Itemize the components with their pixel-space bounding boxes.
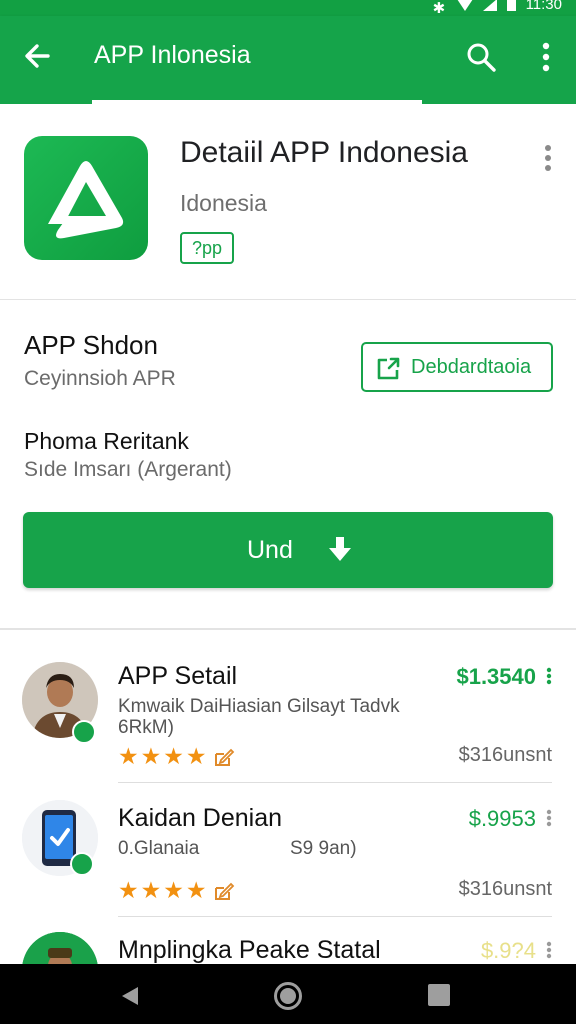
details-second-title: Phoma Reritank	[24, 428, 189, 454]
more-vert-icon[interactable]	[544, 666, 554, 686]
wifi-icon	[456, 0, 473, 11]
edit-icon[interactable]	[213, 880, 235, 902]
overflow-menu-button[interactable]	[532, 40, 560, 74]
verified-badge-icon	[70, 852, 94, 876]
list-item-meta: $316unsnt	[458, 744, 552, 766]
system-nav-bar	[0, 964, 576, 1024]
app-header: Detaiil APP Indonesia Idonesia ?pp	[0, 104, 576, 300]
nav-back-icon[interactable]	[118, 984, 142, 1008]
more-vert-icon	[542, 42, 550, 72]
app-logo-icon	[48, 161, 124, 239]
battery-icon	[506, 0, 516, 11]
star-icon: ★	[140, 743, 162, 769]
details-second-subtitle: Sıde Imsarı (Argerant)	[24, 458, 232, 481]
person-avatar-image	[22, 932, 98, 964]
dashboard-button-label: Debdardtaoia	[411, 356, 532, 378]
rating-stars: ★ ★ ★ ★	[118, 878, 235, 902]
status-bar: ✱ 11:30	[0, 0, 576, 17]
list-item-price: $1.3540	[456, 664, 536, 689]
developer-name[interactable]: Idonesia	[180, 190, 267, 217]
list-item-description: 0.Glanaia	[118, 838, 200, 859]
list-item-description: Kmwaik DaiHiasian Gilsayt Tadvk 6RkM)	[118, 696, 400, 738]
back-button[interactable]	[20, 38, 56, 74]
download-icon	[329, 537, 351, 561]
star-icon: ★	[163, 743, 184, 769]
list-item-price: $.9953	[468, 806, 536, 831]
nav-home-icon[interactable]	[274, 982, 302, 1010]
review-list: APP Setail Kmwaik DaiHiasian Gilsayt Tad…	[0, 632, 576, 964]
status-time: 11:30	[525, 0, 562, 13]
list-item-title: APP Setail	[118, 662, 238, 690]
install-button-label: Und	[247, 536, 293, 564]
install-button[interactable]: Und	[23, 512, 553, 588]
list-item-title: Kaidan Denian	[118, 804, 283, 832]
app-logo	[24, 136, 148, 260]
details-title: APP Shdon	[24, 330, 158, 360]
bluetooth-icon: ✱	[432, 0, 446, 17]
more-vert-icon[interactable]	[544, 940, 554, 960]
app-name: Detaiil APP Indonesia	[180, 136, 468, 169]
nav-recents-icon[interactable]	[428, 984, 450, 1006]
details-section: APP Shdon Ceyinnsioh APR Debdardtaoia Ph…	[0, 300, 576, 630]
list-item-meta: $316unsnt	[458, 878, 552, 900]
rating-stars: ★ ★ ★ ★	[118, 744, 235, 768]
app-bar-title: APP Inlonesia	[94, 41, 251, 69]
list-item[interactable]: Kaidan Denian 0.Glanaia S9 9an) ★ ★ ★ ★ …	[0, 782, 576, 916]
open-in-new-icon	[377, 357, 400, 380]
list-item-title: Mnplingka Peake Statal	[118, 936, 381, 964]
list-item[interactable]: APP Setail Kmwaik DaiHiasian Gilsayt Tad…	[0, 632, 576, 768]
list-item[interactable]: Mnplingka Peake Statal $.9?4	[0, 916, 576, 964]
app-bar: APP Inlonesia	[0, 16, 576, 104]
star-icon: ★	[140, 877, 162, 903]
list-item-description-extra: S9 9an)	[290, 838, 357, 859]
star-icon: ★	[185, 743, 207, 769]
edit-icon[interactable]	[213, 746, 235, 768]
arrow-back-icon	[25, 44, 50, 68]
more-vert-icon	[545, 145, 551, 171]
star-icon: ★	[185, 877, 207, 903]
header-more-button[interactable]	[536, 140, 560, 176]
star-icon: ★	[118, 877, 139, 903]
list-item-price: $.9?4	[480, 938, 536, 963]
details-subtitle: Ceyinnsioh APR	[24, 367, 176, 390]
search-icon	[467, 43, 496, 72]
dashboard-button[interactable]: Debdardtaoia	[361, 342, 553, 392]
more-vert-icon[interactable]	[544, 808, 554, 828]
avatar	[22, 932, 98, 964]
search-button[interactable]	[464, 40, 498, 74]
verified-badge-icon	[72, 720, 96, 744]
status-icons: ✱ 11:30	[432, 0, 562, 17]
signal-icon	[482, 0, 497, 11]
app-badge: ?pp	[180, 232, 235, 264]
star-icon: ★	[118, 743, 139, 769]
star-icon: ★	[163, 877, 184, 903]
